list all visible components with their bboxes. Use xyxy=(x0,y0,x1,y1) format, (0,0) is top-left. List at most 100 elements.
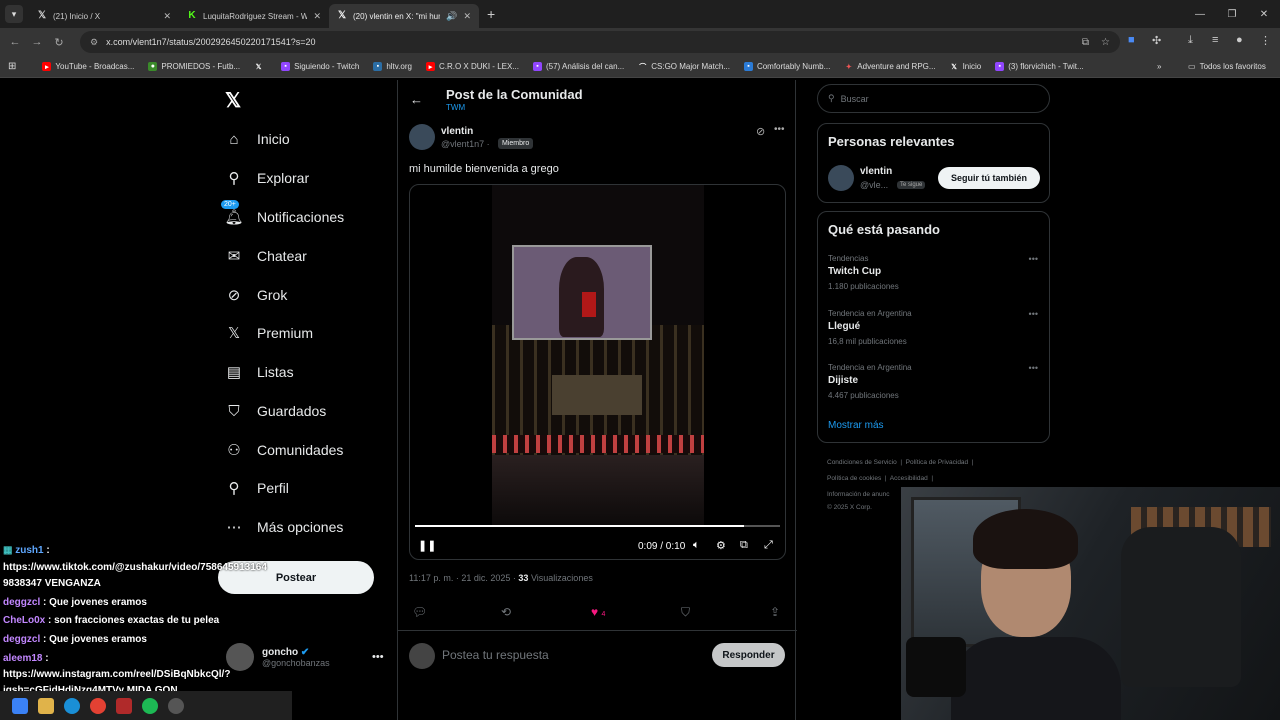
browser-tab-3[interactable]: 𝕏 (20) vlentin en X: "mi humil 🔊 ✕ xyxy=(329,4,479,28)
trend-item[interactable]: Tendencia en Argentina Dijiste 4.467 pub… xyxy=(828,363,1038,400)
menu-icon[interactable]: ⋮ xyxy=(1260,34,1271,47)
browser-tab-1[interactable]: 𝕏 (21) Inicio / X ✕ xyxy=(29,4,179,28)
bookmark-hltv[interactable]: ▪ hltv.org xyxy=(373,62,412,71)
grok-icon[interactable]: ⊘ xyxy=(756,125,765,138)
profile-icon[interactable]: ● xyxy=(1236,34,1243,46)
bookmark-florvichich[interactable]: ▪ (3) florvichich - Twit... xyxy=(995,62,1084,71)
x-logo-icon[interactable]: 𝕏 xyxy=(225,88,241,113)
more-icon[interactable]: ••• xyxy=(1029,363,1038,373)
sidebar-item-comunidades[interactable]: ⚇ Comunidades xyxy=(225,441,343,459)
forward-icon[interactable]: → xyxy=(26,36,48,48)
obs-icon[interactable] xyxy=(168,697,184,714)
like-button[interactable]: ♥ 4 xyxy=(591,605,605,619)
search-input[interactable]: ⚲ Buscar xyxy=(817,84,1050,113)
speaker-icon[interactable]: 🔊 xyxy=(446,11,457,22)
share-icon[interactable]: ⇪ xyxy=(770,605,780,619)
video-progress-bar[interactable] xyxy=(415,525,780,527)
relevant-name[interactable]: vlentin xyxy=(860,166,892,177)
folder-icon[interactable] xyxy=(38,697,54,714)
url-field[interactable]: ⚙ x.com/vlent1n7/status/2002926450220171… xyxy=(80,31,1120,53)
bookmark-youtube[interactable]: ▸ YouTube - Broadcas... xyxy=(42,62,134,71)
apps-icon[interactable]: ⊞ xyxy=(8,61,16,72)
tab-search-button[interactable]: ▾ xyxy=(5,5,23,23)
restore-icon[interactable]: ❐ xyxy=(1216,9,1248,20)
account-switcher[interactable]: goncho ✔ @gonchobanzas xyxy=(226,643,330,671)
sidebar-item-guardados[interactable]: ⛉ Guardados xyxy=(225,402,326,420)
reply-input[interactable]: Postea tu respuesta xyxy=(442,648,549,662)
sidebar-item-mas-opciones[interactable]: ⋯ Más opciones xyxy=(225,518,344,536)
sidebar-item-label: Perfil xyxy=(257,480,289,496)
bookmark-twitch[interactable]: ▪ Siguiendo - Twitch xyxy=(281,62,359,71)
reply-button[interactable]: Responder xyxy=(712,643,785,667)
more-icon[interactable]: ••• xyxy=(774,124,785,135)
windows-icon[interactable] xyxy=(12,697,28,714)
bookmark-promiedos[interactable]: ● PROMIEDOS - Futb... xyxy=(148,62,240,71)
browser-tab-2[interactable]: K LuquitaRodriguez Stream - Wat ✕ xyxy=(179,4,329,28)
sidebar-item-explorar[interactable]: ⚲ Explorar xyxy=(225,169,310,187)
relevant-handle[interactable]: @vle... xyxy=(860,180,888,190)
sidebar-item-perfil[interactable]: ⚲ Perfil xyxy=(225,479,289,497)
chevron-right-icon[interactable]: » xyxy=(1157,62,1161,71)
repost-icon[interactable]: ⟲ xyxy=(501,605,511,619)
reply-icon[interactable]: 💬︎ xyxy=(412,605,427,619)
star-icon[interactable]: ☆ xyxy=(1101,37,1110,48)
bookmark-comfortably[interactable]: ▪ Comfortably Numb... xyxy=(743,62,830,71)
bookmark-analisis[interactable]: ▪ (57) Análisis del can... xyxy=(532,62,624,71)
sidebar-item-chatear[interactable]: ✉ Chatear xyxy=(225,247,307,265)
trend-item[interactable]: Tendencia en Argentina Llegué 16,8 mil p… xyxy=(828,309,1038,346)
community-link[interactable]: TWM xyxy=(446,103,465,112)
all-bookmarks[interactable]: ▭ Todos los favoritos xyxy=(1188,62,1266,71)
site-info-icon[interactable]: ⚙ xyxy=(90,37,98,48)
settings-icon[interactable]: ⚙ xyxy=(716,539,726,552)
extension-icon[interactable]: ■ xyxy=(1128,34,1135,46)
sidebar-item-inicio[interactable]: ⌂ Inicio xyxy=(225,130,289,148)
edge-icon[interactable] xyxy=(64,697,80,714)
install-icon[interactable]: ⧉ xyxy=(1082,37,1089,48)
footer-link[interactable]: Información de anunc xyxy=(827,491,890,498)
sidebar-item-listas[interactable]: ▤ Listas xyxy=(225,363,294,381)
more-icon[interactable]: ••• xyxy=(1029,254,1038,264)
more-icon[interactable]: ••• xyxy=(1029,309,1038,319)
pip-icon[interactable]: ⧉ xyxy=(740,539,748,552)
avatar[interactable] xyxy=(409,124,435,150)
bookmark-inicio[interactable]: 𝕏 Inicio xyxy=(950,62,981,71)
sidebar-item-premium[interactable]: 𝕏 Premium xyxy=(225,324,313,342)
follow-back-button[interactable]: Seguir tú también xyxy=(938,167,1040,189)
bookmark-x[interactable]: 𝕏 xyxy=(254,62,267,71)
video-player[interactable]: ❚❚ 0:09 / 0:10 🔈︎ ⚙ ⧉ ⤢ xyxy=(409,184,786,560)
chrome-icon[interactable] xyxy=(90,697,106,714)
more-icon[interactable]: ••• xyxy=(372,651,384,663)
bookmark-adventure[interactable]: ✦ Adventure and RPG... xyxy=(844,62,936,71)
post-author-handle[interactable]: @vlent1n7 · xyxy=(441,139,490,149)
sidebar-item-grok[interactable]: ⊘ Grok xyxy=(225,286,288,304)
reload-icon[interactable]: ↻ xyxy=(48,36,70,49)
media-icon[interactable]: ≡ xyxy=(1212,34,1218,46)
bookmark-csgo[interactable]: ⌒ CS:GO Major Match... xyxy=(638,62,730,71)
show-more-link[interactable]: Mostrar más xyxy=(828,420,884,431)
sidebar-item-notificaciones[interactable]: 🔔︎ 20+ Notificaciones xyxy=(221,200,344,226)
footer-link[interactable]: Política de Privacidad xyxy=(906,459,969,466)
back-icon[interactable]: ← xyxy=(4,36,26,48)
trend-item[interactable]: Tendencias Twitch Cup 1.180 publicacione… xyxy=(828,254,1038,291)
back-arrow-icon[interactable]: ← xyxy=(410,92,423,107)
bookmark-icon[interactable]: ⛉ xyxy=(681,605,690,620)
minimize-icon[interactable]: — xyxy=(1184,9,1216,20)
pause-icon[interactable]: ❚❚ xyxy=(418,539,436,552)
puzzle-icon[interactable]: ✣ xyxy=(1152,34,1161,47)
footer-link[interactable]: Condiciones de Servicio xyxy=(827,459,897,466)
avatar[interactable] xyxy=(828,165,854,191)
close-icon[interactable]: ✕ xyxy=(163,11,171,22)
close-window-icon[interactable]: ✕ xyxy=(1248,9,1280,20)
post-author-name[interactable]: vlentin xyxy=(441,126,473,137)
footer-link[interactable]: Accesibilidad xyxy=(890,475,928,482)
spotify-icon[interactable] xyxy=(142,697,158,714)
app-icon[interactable] xyxy=(116,697,132,714)
close-icon[interactable]: ✕ xyxy=(313,11,321,22)
fullscreen-icon[interactable]: ⤢ xyxy=(764,539,773,552)
footer-link[interactable]: Política de cookies xyxy=(827,475,881,482)
close-icon[interactable]: ✕ xyxy=(463,11,471,22)
download-icon[interactable]: ⤓ xyxy=(1188,34,1193,47)
bookmark-duki[interactable]: ▸ C.R.O X DUKI - LEX... xyxy=(425,62,519,71)
volume-icon[interactable]: 🔈︎ xyxy=(693,539,700,552)
new-tab-button[interactable]: + xyxy=(487,6,495,22)
